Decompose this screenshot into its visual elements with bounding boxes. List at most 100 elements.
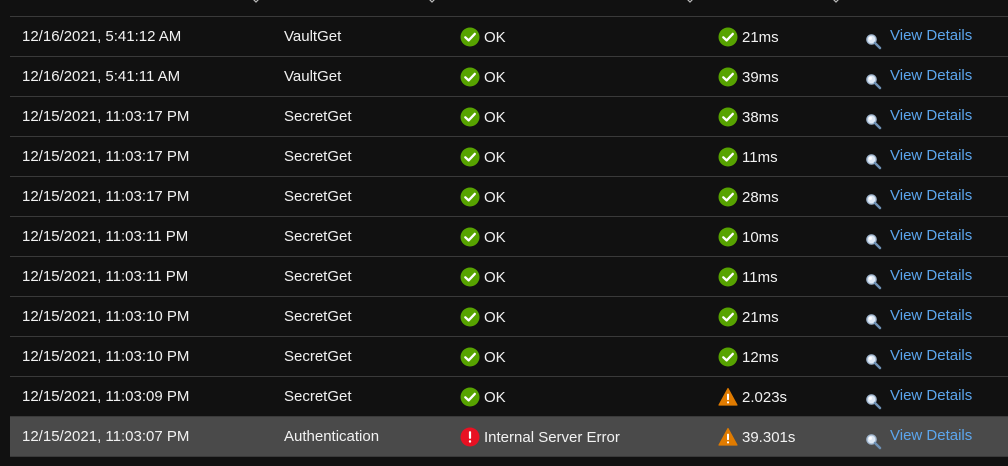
search-icon (865, 186, 882, 210)
result-text: OK (484, 308, 506, 326)
duration-cell: 21ms (718, 17, 779, 56)
check-circle-icon (718, 307, 738, 327)
duration-cell: 2.023s (718, 377, 787, 416)
view-details-link[interactable]: View Details (865, 217, 972, 256)
table-body: 12/16/2021, 5:41:12 AM VaultGet OK 21ms … (10, 17, 1008, 457)
result-cell: OK (460, 57, 506, 96)
result-cell: OK (460, 377, 506, 416)
result-cell: Internal Server Error (460, 417, 620, 456)
view-details-link[interactable]: View Details (865, 257, 972, 296)
result-cell: OK (460, 257, 506, 296)
view-details-label[interactable]: View Details (890, 296, 972, 336)
view-details-link[interactable]: View Details (865, 417, 972, 456)
sort-caret-icon[interactable] (686, 0, 694, 4)
check-circle-icon (460, 187, 480, 207)
result-cell: OK (460, 177, 506, 216)
check-circle-icon (460, 387, 480, 407)
result-text: OK (484, 188, 506, 206)
check-circle-icon (460, 147, 480, 167)
search-icon (865, 226, 882, 250)
duration-cell: 12ms (718, 337, 779, 376)
result-text: OK (484, 108, 506, 126)
result-text: OK (484, 228, 506, 246)
timestamp-cell: 12/15/2021, 11:03:17 PM (22, 148, 190, 165)
view-details-link[interactable]: View Details (865, 297, 972, 336)
duration-text: 12ms (742, 348, 779, 366)
table-row[interactable]: 12/15/2021, 11:03:11 PM SecretGet OK 10m… (10, 217, 1008, 257)
table-row[interactable]: 12/15/2021, 11:03:17 PM SecretGet OK 28m… (10, 177, 1008, 217)
table-row[interactable]: 12/15/2021, 11:03:07 PM Authentication I… (10, 417, 1008, 457)
timestamp-cell: 12/15/2021, 11:03:10 PM (22, 348, 190, 365)
duration-text: 39ms (742, 68, 779, 86)
view-details-link[interactable]: View Details (865, 57, 972, 96)
table-row[interactable]: 12/15/2021, 11:03:17 PM SecretGet OK 38m… (10, 97, 1008, 137)
table-row[interactable]: 12/15/2021, 11:03:09 PM SecretGet OK 2.0… (10, 377, 1008, 417)
view-details-label[interactable]: View Details (890, 336, 972, 376)
duration-text: 21ms (742, 308, 779, 326)
table-header (10, 0, 1008, 17)
search-icon (865, 26, 882, 50)
operation-cell: SecretGet (284, 388, 352, 405)
table-row[interactable]: 12/15/2021, 11:03:10 PM SecretGet OK 12m… (10, 337, 1008, 377)
result-cell: OK (460, 217, 506, 256)
duration-text: 38ms (742, 108, 779, 126)
timestamp-cell: 12/15/2021, 11:03:17 PM (22, 108, 190, 125)
view-details-label[interactable]: View Details (890, 376, 972, 416)
view-details-link[interactable]: View Details (865, 337, 972, 376)
operation-cell: SecretGet (284, 148, 352, 165)
duration-text: 39.301s (742, 428, 796, 446)
check-circle-icon (460, 107, 480, 127)
view-details-label[interactable]: View Details (890, 216, 972, 256)
check-circle-icon (460, 307, 480, 327)
search-icon (865, 106, 882, 130)
duration-cell: 39ms (718, 57, 779, 96)
duration-text: 28ms (742, 188, 779, 206)
view-details-link[interactable]: View Details (865, 97, 972, 136)
view-details-label[interactable]: View Details (890, 256, 972, 296)
view-details-label[interactable]: View Details (890, 416, 972, 456)
search-icon (865, 346, 882, 370)
sort-caret-icon[interactable] (252, 0, 260, 4)
timestamp-cell: 12/16/2021, 5:41:12 AM (22, 28, 182, 45)
result-text: OK (484, 28, 506, 46)
view-details-link[interactable]: View Details (865, 177, 972, 216)
table-row[interactable]: 12/16/2021, 5:41:11 AM VaultGet OK 39ms … (10, 57, 1008, 97)
duration-text: 21ms (742, 28, 779, 46)
operation-cell: Authentication (284, 428, 380, 445)
result-text: OK (484, 148, 506, 166)
duration-cell: 10ms (718, 217, 779, 256)
timestamp-cell: 12/15/2021, 11:03:11 PM (22, 228, 189, 245)
result-cell: OK (460, 17, 506, 56)
view-details-link[interactable]: View Details (865, 17, 972, 56)
result-text: Internal Server Error (484, 428, 620, 446)
check-circle-icon (460, 227, 480, 247)
result-cell: OK (460, 137, 506, 176)
view-details-label[interactable]: View Details (890, 56, 972, 96)
result-text: OK (484, 388, 506, 406)
sort-caret-icon[interactable] (428, 0, 436, 4)
duration-cell: 21ms (718, 297, 779, 336)
view-details-link[interactable]: View Details (865, 377, 972, 416)
table-row[interactable]: 12/15/2021, 11:03:10 PM SecretGet OK 21m… (10, 297, 1008, 337)
result-cell: OK (460, 297, 506, 336)
error-circle-icon (460, 427, 480, 447)
check-circle-icon (460, 27, 480, 47)
sort-caret-icon[interactable] (832, 0, 840, 4)
operation-cell: SecretGet (284, 108, 352, 125)
check-circle-icon (718, 27, 738, 47)
timestamp-cell: 12/15/2021, 11:03:11 PM (22, 268, 189, 285)
search-icon (865, 426, 882, 450)
table-row[interactable]: 12/15/2021, 11:03:17 PM SecretGet OK 11m… (10, 137, 1008, 177)
table-row[interactable]: 12/16/2021, 5:41:12 AM VaultGet OK 21ms … (10, 17, 1008, 57)
search-icon (865, 306, 882, 330)
table-row[interactable]: 12/15/2021, 11:03:11 PM SecretGet OK 11m… (10, 257, 1008, 297)
view-details-label[interactable]: View Details (890, 176, 972, 216)
result-text: OK (484, 268, 506, 286)
view-details-label[interactable]: View Details (890, 16, 972, 56)
operation-cell: VaultGet (284, 28, 342, 45)
check-circle-icon (718, 107, 738, 127)
view-details-label[interactable]: View Details (890, 136, 972, 176)
duration-cell: 11ms (718, 137, 778, 176)
view-details-label[interactable]: View Details (890, 96, 972, 136)
view-details-link[interactable]: View Details (865, 137, 972, 176)
